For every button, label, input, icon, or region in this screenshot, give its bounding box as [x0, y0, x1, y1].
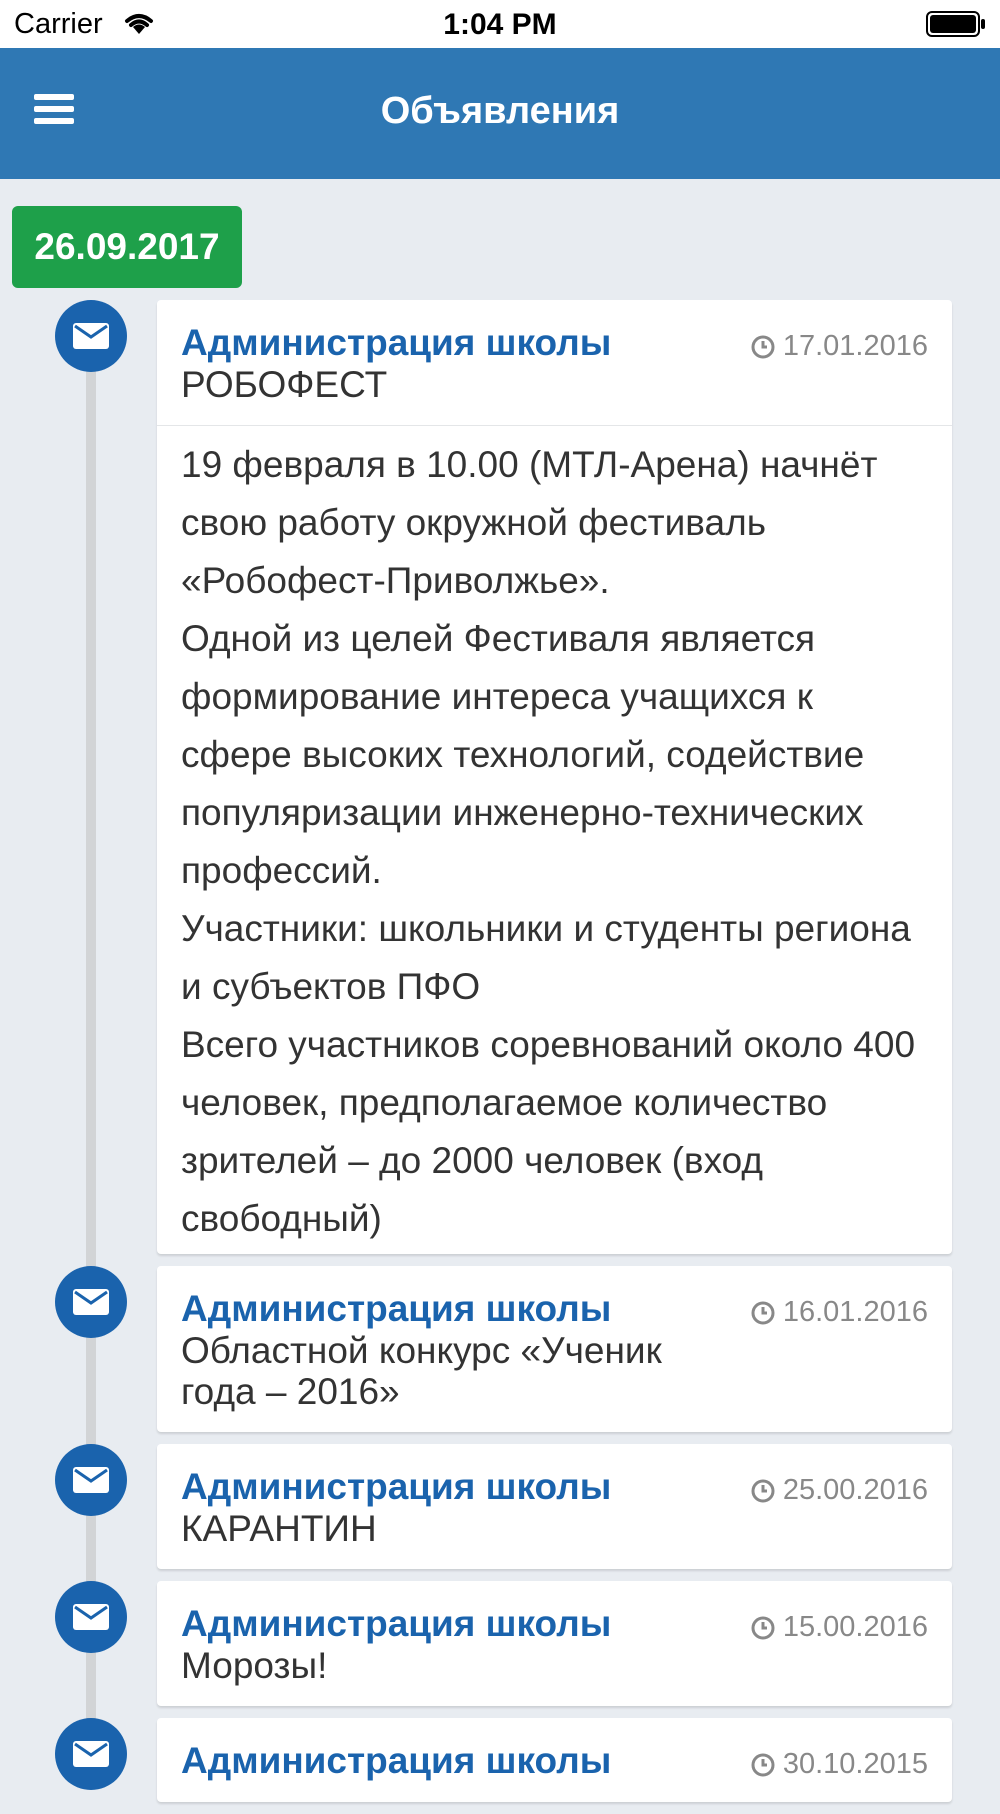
announcement-feed[interactable]: Администрация школы РОБОФЕСТ 17.01.2016 … — [0, 300, 1000, 1814]
clock-icon — [751, 335, 775, 358]
announcement-card[interactable]: Администрация школы РОБОФЕСТ 17.01.2016 … — [157, 300, 952, 1254]
announcement-item[interactable]: Администрация школы Морозы! 15.00.2016 — [0, 1581, 1000, 1706]
envelope-icon — [55, 1266, 127, 1338]
announcement-card[interactable]: Администрация школы КАРАНТИН 25.00.2016 — [157, 1444, 952, 1569]
clock-time: 1:04 PM — [443, 8, 557, 41]
announcement-card[interactable]: Администрация школы 30.10.2015 — [157, 1718, 952, 1802]
announcement-date: 16.01.2016 — [751, 1296, 928, 1329]
announcement-date-text: 16.01.2016 — [782, 1296, 928, 1328]
envelope-icon — [55, 1444, 127, 1516]
page-title: Объявления — [380, 90, 620, 132]
announcement-subject: КАРАНТИН — [181, 1508, 377, 1549]
clock-icon — [751, 1616, 775, 1639]
clock-icon — [751, 1479, 775, 1502]
announcement-item[interactable]: Администрация школы 30.10.2015 — [0, 1718, 1000, 1802]
navigation-bar: Объявления — [0, 48, 1000, 179]
date-group-badge: 26.09.2017 — [12, 206, 242, 288]
announcement-date-text: 17.01.2016 — [782, 330, 928, 362]
battery-icon — [926, 11, 986, 42]
announcement-subject: Областной конкурс «Ученик года – 2016» — [181, 1330, 662, 1412]
announcement-item[interactable]: Администрация школы Областной конкурс «У… — [0, 1266, 1000, 1432]
announcement-subject: РОБОФЕСТ — [181, 364, 388, 405]
clock-icon — [751, 1301, 775, 1324]
announcement-item[interactable]: Администрация школы КАРАНТИН 25.00.2016 — [0, 1444, 1000, 1569]
announcement-body: 19 февраля в 10.00 (МТЛ-Арена) начнёт св… — [157, 425, 952, 1254]
envelope-icon — [55, 1718, 127, 1790]
announcement-card[interactable]: Администрация школы Областной конкурс «У… — [157, 1266, 952, 1432]
announcement-date: 15.00.2016 — [751, 1611, 928, 1644]
status-bar: Carrier 1:04 PM — [0, 0, 1000, 48]
announcement-card[interactable]: Администрация школы Морозы! 15.00.2016 — [157, 1581, 952, 1706]
announcement-date-text: 30.10.2015 — [782, 1748, 928, 1780]
clock-icon — [751, 1753, 775, 1776]
envelope-icon — [55, 300, 127, 372]
announcement-date: 25.00.2016 — [751, 1474, 928, 1507]
envelope-icon — [55, 1581, 127, 1653]
announcement-date-text: 15.00.2016 — [782, 1611, 928, 1643]
announcement-subject: Морозы! — [181, 1645, 328, 1686]
announcement-item[interactable]: Администрация школы РОБОФЕСТ 17.01.2016 … — [0, 300, 1000, 1254]
announcement-date-text: 25.00.2016 — [782, 1474, 928, 1506]
announcement-date: 17.01.2016 — [751, 330, 928, 363]
announcement-date: 30.10.2015 — [751, 1748, 928, 1781]
